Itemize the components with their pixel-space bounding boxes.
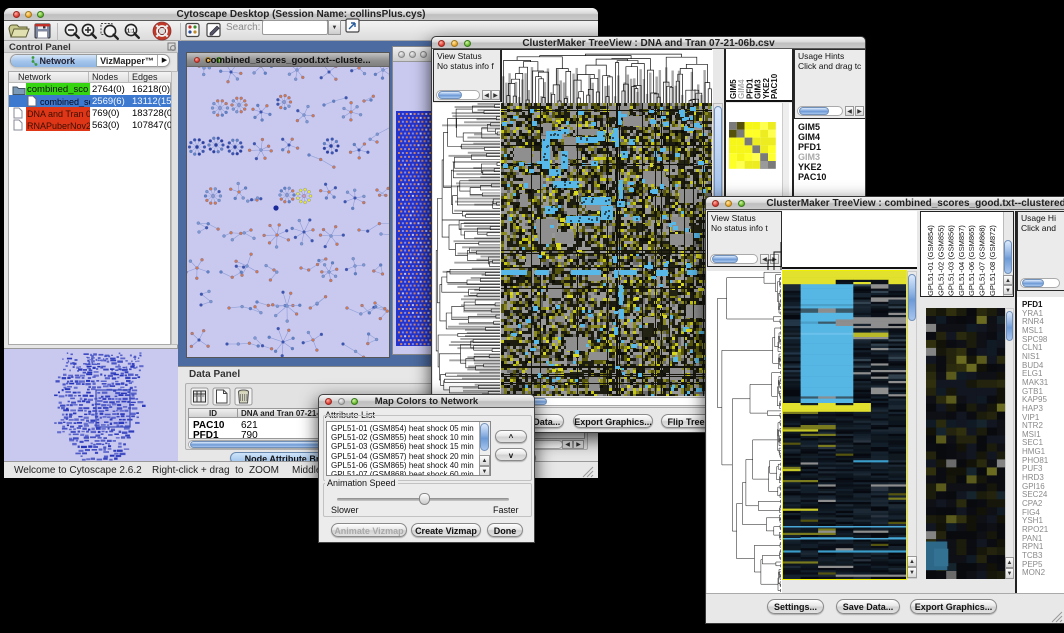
svg-text:GPL51-01 (GSM854): GPL51-01 (GSM854) bbox=[926, 225, 935, 296]
svg-text:GPL51-07 (GSM868): GPL51-07 (GSM868) bbox=[978, 225, 987, 296]
svg-text:GPL51-04 (GSM857): GPL51-04 (GSM857) bbox=[957, 225, 966, 296]
svg-text:GPL51-06 (GSM865): GPL51-06 (GSM865) bbox=[967, 225, 976, 296]
svg-text:GPL51-03 (GSM856): GPL51-03 (GSM856) bbox=[947, 225, 956, 296]
svg-text:PAC10: PAC10 bbox=[770, 73, 779, 99]
svg-text:GPL51-02 (GSM855): GPL51-02 (GSM855) bbox=[936, 225, 945, 296]
svg-text:1:1: 1:1 bbox=[127, 29, 135, 35]
svg-text:GPL51-08 (GSM872): GPL51-08 (GSM872) bbox=[988, 225, 997, 296]
